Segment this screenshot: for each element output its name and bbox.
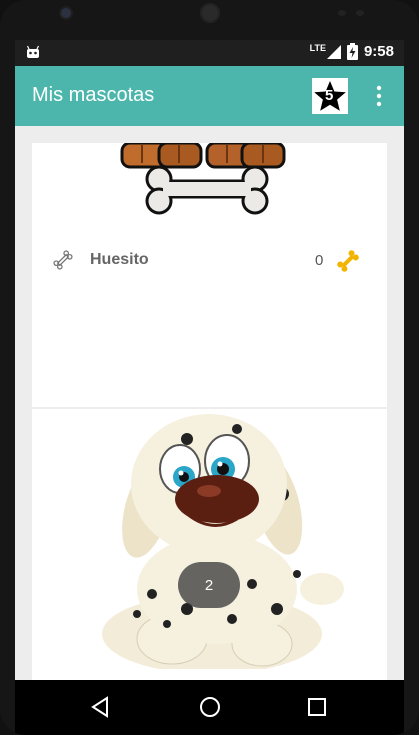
battery-charging-icon bbox=[346, 43, 358, 60]
bone-count: 0 bbox=[315, 252, 324, 269]
back-icon[interactable] bbox=[90, 696, 110, 718]
pet-card[interactable] bbox=[32, 409, 387, 680]
pet-list[interactable]: Huesito 0 2 bbox=[15, 126, 404, 680]
dalmatian-puppy-image bbox=[102, 414, 344, 669]
network-label: LTE bbox=[309, 42, 326, 53]
page-title: Mis mascotas bbox=[32, 84, 155, 106]
system-nav-bar bbox=[15, 680, 404, 735]
bone-icon[interactable] bbox=[335, 248, 361, 274]
pet-card[interactable]: Huesito 0 bbox=[32, 143, 387, 407]
front-camera bbox=[61, 8, 71, 18]
status-bar: LTE 9:58 bbox=[15, 40, 404, 66]
star-count: 5 bbox=[325, 87, 334, 104]
recent-apps-icon[interactable] bbox=[308, 698, 326, 716]
sensor bbox=[356, 10, 364, 16]
signal-icon bbox=[326, 44, 341, 59]
bone-bowl-image bbox=[120, 143, 286, 215]
pet-row[interactable]: Huesito 0 bbox=[32, 246, 387, 276]
more-vert-icon[interactable] bbox=[375, 85, 383, 107]
phone-frame: LTE 9:58 Mis mascotas 5 Huesito 0 2 bbox=[0, 0, 419, 735]
earpiece-speaker bbox=[200, 3, 220, 23]
bone-outline-icon bbox=[53, 250, 73, 270]
home-icon[interactable] bbox=[198, 695, 222, 719]
page-indicator-button[interactable]: 2 bbox=[178, 562, 240, 608]
screen: LTE 9:58 Mis mascotas 5 Huesito 0 2 bbox=[15, 40, 404, 680]
favorites-button[interactable]: 5 bbox=[312, 78, 348, 114]
android-icon bbox=[26, 45, 40, 58]
sensor bbox=[338, 10, 346, 16]
pet-name: Huesito bbox=[90, 251, 149, 268]
clock: 9:58 bbox=[363, 43, 394, 60]
app-bar: Mis mascotas 5 bbox=[15, 66, 404, 126]
